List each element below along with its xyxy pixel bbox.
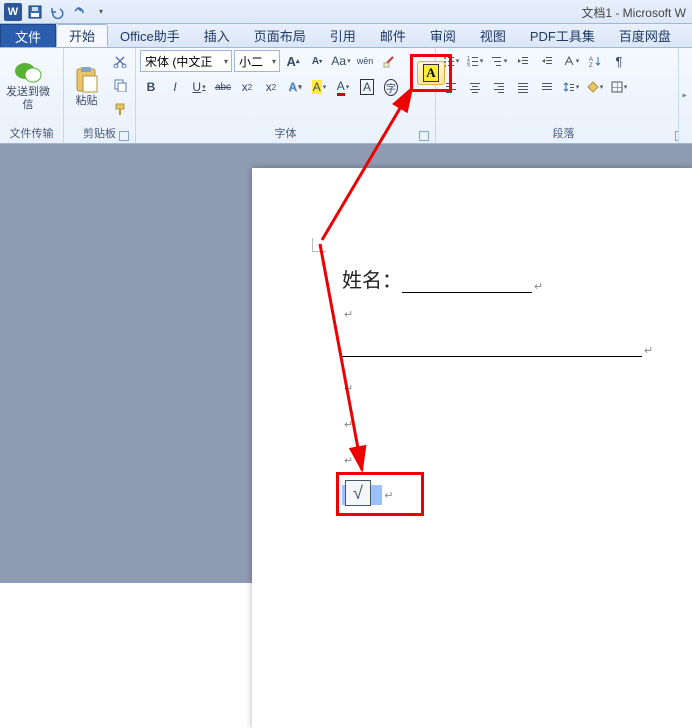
- redo-icon[interactable]: [70, 3, 88, 21]
- label-name: 姓名：: [342, 264, 402, 293]
- superscript-button[interactable]: x2: [260, 76, 282, 98]
- group-paragraph: 123 AZ ¶ 段落: [436, 48, 692, 143]
- char-border-button[interactable]: A: [356, 76, 378, 98]
- group-font-label: 字体: [140, 123, 431, 143]
- doc-empty-para-3[interactable]: ↵: [342, 418, 353, 431]
- para-mark-icon: ↵: [344, 308, 353, 321]
- tab-references[interactable]: 引用: [318, 24, 368, 47]
- sort-button[interactable]: AZ: [584, 50, 606, 72]
- para-mark-icon: ↵: [344, 418, 353, 431]
- qat-customize-icon[interactable]: ▾: [92, 3, 110, 21]
- annotation-red-box-checkbox: [336, 472, 424, 516]
- send-to-wechat-label: 发送到微信: [5, 86, 51, 112]
- doc-empty-para-1[interactable]: ↵: [342, 308, 353, 321]
- group-font: 宋体 (中文正 小二 A▴ A▾ Aa wēn B I U abc x2 x2 …: [136, 48, 436, 143]
- show-marks-button[interactable]: ¶: [608, 50, 630, 72]
- margin-corner-marker: [312, 238, 326, 252]
- document-page[interactable]: 姓名： ↵ ↵ ↵ ↵ ↵ ↵ √ ↵: [252, 168, 692, 728]
- text-effects-button[interactable]: A: [284, 76, 306, 98]
- group-file-transfer: 发送到微信 文件传输: [0, 48, 64, 143]
- doc-line-underline[interactable]: ↵: [342, 344, 653, 357]
- format-painter-button[interactable]: [109, 98, 131, 120]
- font-name-combo[interactable]: 宋体 (中文正: [140, 50, 232, 72]
- paste-icon: [74, 65, 100, 93]
- tab-insert[interactable]: 插入: [192, 24, 242, 47]
- quick-access-toolbar: W ▾: [0, 3, 114, 21]
- tab-file[interactable]: 文件: [0, 24, 56, 47]
- para-mark-icon: ↵: [644, 344, 653, 357]
- annotation-red-box-ribbon: A: [410, 54, 452, 92]
- tab-page-layout[interactable]: 页面布局: [242, 24, 318, 47]
- para-mark-icon: ↵: [344, 454, 353, 467]
- undo-icon[interactable]: [48, 3, 66, 21]
- cut-button[interactable]: [109, 50, 131, 72]
- asian-layout-button[interactable]: [560, 50, 582, 72]
- decrease-indent-button[interactable]: [512, 50, 534, 72]
- text-highlight-button[interactable]: A: [308, 76, 330, 98]
- title-bar: W ▾ 文档1 - Microsoft W: [0, 0, 692, 24]
- para-mark-icon: ↵: [344, 382, 353, 395]
- underline-name: [402, 291, 532, 293]
- align-right-button[interactable]: [488, 76, 510, 98]
- tab-office-assistant[interactable]: Office助手: [108, 24, 192, 47]
- subscript-button[interactable]: x2: [236, 76, 258, 98]
- underline-button[interactable]: U: [188, 76, 210, 98]
- paste-label: 粘贴: [76, 95, 98, 108]
- group-clipboard: 粘贴 剪贴板: [64, 48, 136, 143]
- save-icon[interactable]: [26, 3, 44, 21]
- line-spacing-button[interactable]: [560, 76, 582, 98]
- tab-baidu-netdisk[interactable]: 百度网盘: [607, 24, 683, 47]
- doc-empty-para-2[interactable]: ↵: [342, 382, 353, 395]
- phonetic-guide-button[interactable]: wēn: [354, 50, 376, 72]
- tab-pdf-tools[interactable]: PDF工具集: [518, 24, 607, 47]
- grow-font-button[interactable]: A▴: [282, 50, 304, 72]
- tab-mailings[interactable]: 邮件: [368, 24, 418, 47]
- word-app-icon[interactable]: W: [4, 3, 22, 21]
- send-to-wechat-button[interactable]: 发送到微信: [4, 50, 52, 122]
- window-title: 文档1 - Microsoft W: [581, 4, 686, 21]
- distribute-button[interactable]: [536, 76, 558, 98]
- align-center-button[interactable]: [464, 76, 486, 98]
- doc-line-name[interactable]: 姓名： ↵: [342, 264, 543, 293]
- copy-button[interactable]: [109, 74, 131, 96]
- tab-view[interactable]: 视图: [468, 24, 518, 47]
- paste-button[interactable]: 粘贴: [68, 50, 105, 122]
- shrink-font-button[interactable]: A▾: [306, 50, 328, 72]
- borders-button[interactable]: [608, 76, 630, 98]
- ribbon-tabs: 文件 开始 Office助手 插入 页面布局 引用 邮件 审阅 视图 PDF工具…: [0, 24, 692, 48]
- numbering-button[interactable]: 123: [464, 50, 486, 72]
- document-workspace: 姓名： ↵ ↵ ↵ ↵ ↵ ↵ √ ↵: [0, 144, 692, 583]
- shading-button[interactable]: [584, 76, 606, 98]
- justify-button[interactable]: [512, 76, 534, 98]
- increase-indent-button[interactable]: [536, 50, 558, 72]
- underline-long: [342, 355, 642, 357]
- strike-button[interactable]: abc: [212, 76, 234, 98]
- svg-text:3: 3: [467, 64, 470, 67]
- font-launcher-icon[interactable]: [419, 131, 429, 141]
- italic-button[interactable]: I: [164, 76, 186, 98]
- ribbon-collapse-icon[interactable]: [678, 48, 692, 143]
- change-case-button[interactable]: Aa: [330, 50, 352, 72]
- para-mark-icon: ↵: [534, 280, 543, 293]
- tab-home[interactable]: 开始: [56, 24, 108, 47]
- font-size-combo[interactable]: 小二: [234, 50, 280, 72]
- svg-text:Z: Z: [589, 63, 593, 67]
- font-color-button[interactable]: A: [332, 76, 354, 98]
- tab-review[interactable]: 审阅: [418, 24, 468, 47]
- clipboard-launcher-icon[interactable]: [119, 131, 129, 141]
- group-clipboard-label: 剪贴板: [68, 123, 131, 143]
- char-border-button-highlighted[interactable]: A: [417, 61, 445, 85]
- multilevel-list-button[interactable]: [488, 50, 510, 72]
- clear-format-button[interactable]: [378, 50, 400, 72]
- enclosed-char-button[interactable]: 字: [380, 76, 402, 98]
- bold-button[interactable]: B: [140, 76, 162, 98]
- wechat-icon: [14, 60, 42, 84]
- doc-empty-para-4[interactable]: ↵: [342, 454, 353, 467]
- char-border-icon: A: [423, 64, 438, 82]
- group-paragraph-label: 段落: [440, 123, 687, 143]
- group-file-transfer-label: 文件传输: [4, 123, 59, 143]
- ribbon: 发送到微信 文件传输 粘贴 剪贴板 宋体 (中文正 小二 A▴ A▾: [0, 48, 692, 144]
